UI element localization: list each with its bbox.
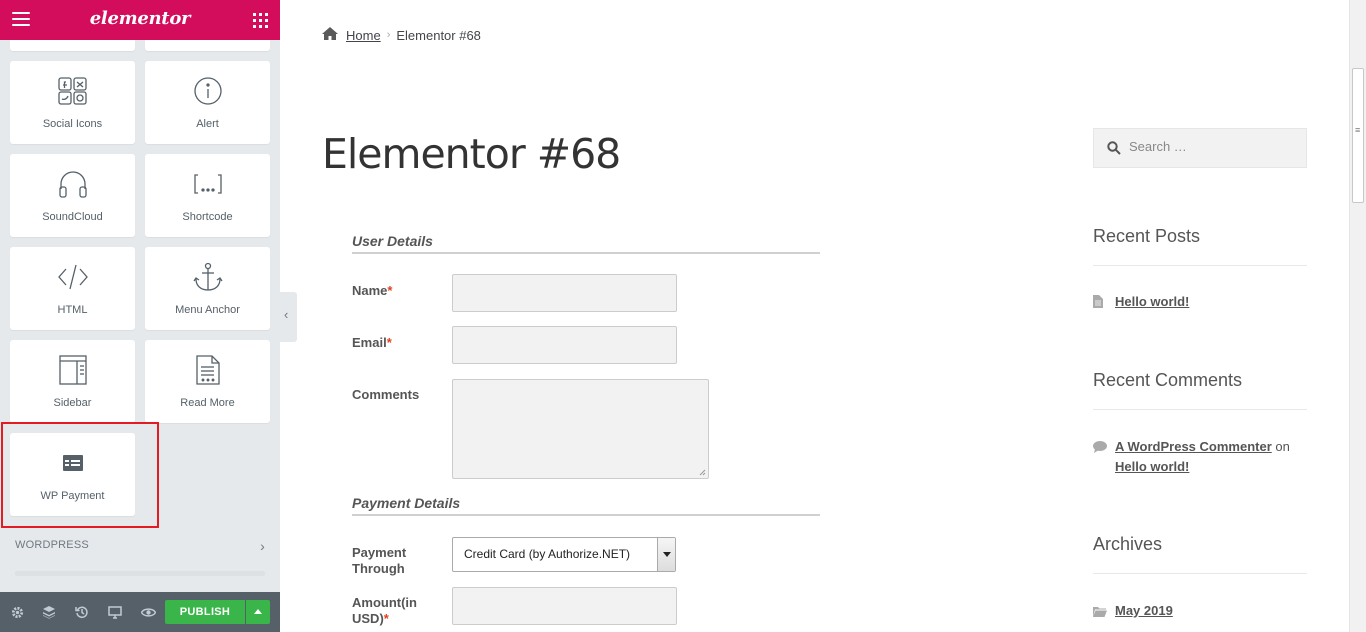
- preview-eye-icon[interactable]: [140, 604, 156, 620]
- search-input[interactable]: [1129, 139, 1299, 154]
- navigator-layers-icon[interactable]: [41, 604, 57, 620]
- widget-label: Alert: [196, 118, 219, 130]
- recent-comments-title: Recent Comments: [1093, 370, 1307, 410]
- social-icons-icon: [10, 75, 135, 107]
- payment-details-heading: Payment Details: [352, 495, 820, 516]
- elementor-panel: elementor Social Icons Alert SoundCloud …: [0, 0, 280, 632]
- email-field[interactable]: [452, 326, 677, 364]
- chevron-right-icon: ›: [260, 538, 265, 554]
- required-mark: *: [383, 611, 389, 626]
- wordpress-category-toggle[interactable]: WORDPRESS ›: [15, 538, 265, 555]
- breadcrumb: Home › Elementor #68: [322, 27, 481, 43]
- amount-field[interactable]: [452, 587, 677, 625]
- document-icon: [1093, 294, 1103, 314]
- user-details-heading: User Details: [352, 233, 820, 254]
- widget-label: Read More: [180, 397, 235, 409]
- payment-through-label: Payment Through: [352, 545, 406, 577]
- elementor-logo: elementor: [89, 8, 191, 29]
- anchor-icon: [145, 261, 270, 293]
- dropdown-arrow-icon: [657, 538, 675, 571]
- widget-card-partial[interactable]: [10, 40, 135, 51]
- payment-method-selected: Credit Card (by Authorize.NET): [464, 547, 631, 561]
- recent-posts-title: Recent Posts: [1093, 226, 1307, 266]
- scrollbar-thumb[interactable]: [1352, 68, 1364, 203]
- page-title: Elementor #68: [322, 130, 621, 178]
- responsive-desktop-icon[interactable]: [107, 604, 123, 620]
- panel-header: elementor: [0, 0, 280, 40]
- widget-read-more[interactable]: Read More: [145, 340, 270, 423]
- widget-label: Sidebar: [53, 397, 92, 409]
- payment-label-line2: Through: [352, 561, 405, 576]
- comments-label: Comments: [352, 387, 420, 402]
- email-label: Email*: [352, 335, 392, 351]
- publish-options-toggle[interactable]: [246, 600, 270, 624]
- archives-title: Archives: [1093, 534, 1307, 574]
- widgets-grid-icon[interactable]: [253, 13, 268, 28]
- read-more-icon: [145, 354, 270, 386]
- page-preview: Home › Elementor #68 Elementor #68 User …: [297, 0, 1349, 632]
- archive-link[interactable]: May 2019: [1115, 603, 1173, 618]
- search-icon: [1107, 141, 1121, 160]
- widget-label: SoundCloud: [42, 211, 103, 223]
- widget-label: Social Icons: [42, 118, 103, 130]
- sidebar-icon: [10, 354, 135, 386]
- name-label-text: Name: [352, 283, 388, 298]
- name-field[interactable]: [452, 274, 677, 312]
- home-icon: [322, 27, 338, 43]
- required-mark: *: [387, 283, 393, 298]
- breadcrumb-home-link[interactable]: Home: [346, 28, 381, 43]
- section-divider: [15, 571, 265, 576]
- search-widget: [1093, 128, 1307, 168]
- settings-gear-icon[interactable]: [9, 604, 25, 620]
- amount-label-line2: USD): [352, 611, 384, 626]
- amount-label: Amount(in USD)*: [352, 595, 417, 627]
- widget-label: Shortcode: [182, 211, 233, 223]
- shortcode-icon: [145, 168, 270, 200]
- page-scrollbar[interactable]: [1349, 0, 1366, 632]
- widget-label: HTML: [57, 304, 88, 316]
- publish-button[interactable]: PUBLISH: [165, 600, 245, 624]
- comments-textarea[interactable]: [452, 379, 709, 479]
- panel-footer: PUBLISH: [0, 592, 280, 632]
- headphones-icon: [10, 168, 135, 200]
- amount-label-line1: Amount(in: [352, 595, 417, 610]
- widget-shortcode[interactable]: Shortcode: [145, 154, 270, 237]
- widget-card-partial[interactable]: [145, 40, 270, 51]
- payment-method-select[interactable]: Credit Card (by Authorize.NET): [452, 537, 676, 572]
- widget-html[interactable]: HTML: [10, 247, 135, 330]
- widget-menu-anchor[interactable]: Menu Anchor: [145, 247, 270, 330]
- commenter-link[interactable]: A WordPress Commenter: [1115, 439, 1272, 454]
- code-icon: [10, 261, 135, 293]
- email-label-text: Email: [352, 335, 387, 350]
- folder-icon: [1093, 603, 1107, 623]
- widget-sidebar[interactable]: Sidebar: [10, 340, 135, 423]
- name-label: Name*: [352, 283, 392, 299]
- history-icon[interactable]: [74, 604, 90, 620]
- chevron-left-icon: ‹: [284, 307, 289, 322]
- panel-collapse-handle[interactable]: ‹: [280, 292, 297, 342]
- breadcrumb-current: Elementor #68: [396, 27, 481, 43]
- comment-icon: [1093, 439, 1107, 459]
- comment-post-link[interactable]: Hello world!: [1115, 459, 1189, 474]
- breadcrumb-separator: ›: [386, 29, 391, 41]
- highlight-box: [1, 422, 159, 528]
- on-word: on: [1275, 439, 1290, 454]
- wordpress-category-label: WORDPRESS: [15, 539, 89, 551]
- widget-label: Menu Anchor: [175, 304, 240, 316]
- widgets-list: Social Icons Alert SoundCloud Shortcode …: [0, 40, 280, 592]
- recent-post-link[interactable]: Hello world!: [1115, 294, 1189, 309]
- widget-soundcloud[interactable]: SoundCloud: [10, 154, 135, 237]
- alert-icon: [145, 75, 270, 107]
- payment-label-line1: Payment: [352, 545, 407, 560]
- widget-alert[interactable]: Alert: [145, 61, 270, 144]
- resize-handle-icon[interactable]: [699, 469, 706, 476]
- required-mark: *: [386, 335, 392, 350]
- widget-social-icons[interactable]: Social Icons: [10, 61, 135, 144]
